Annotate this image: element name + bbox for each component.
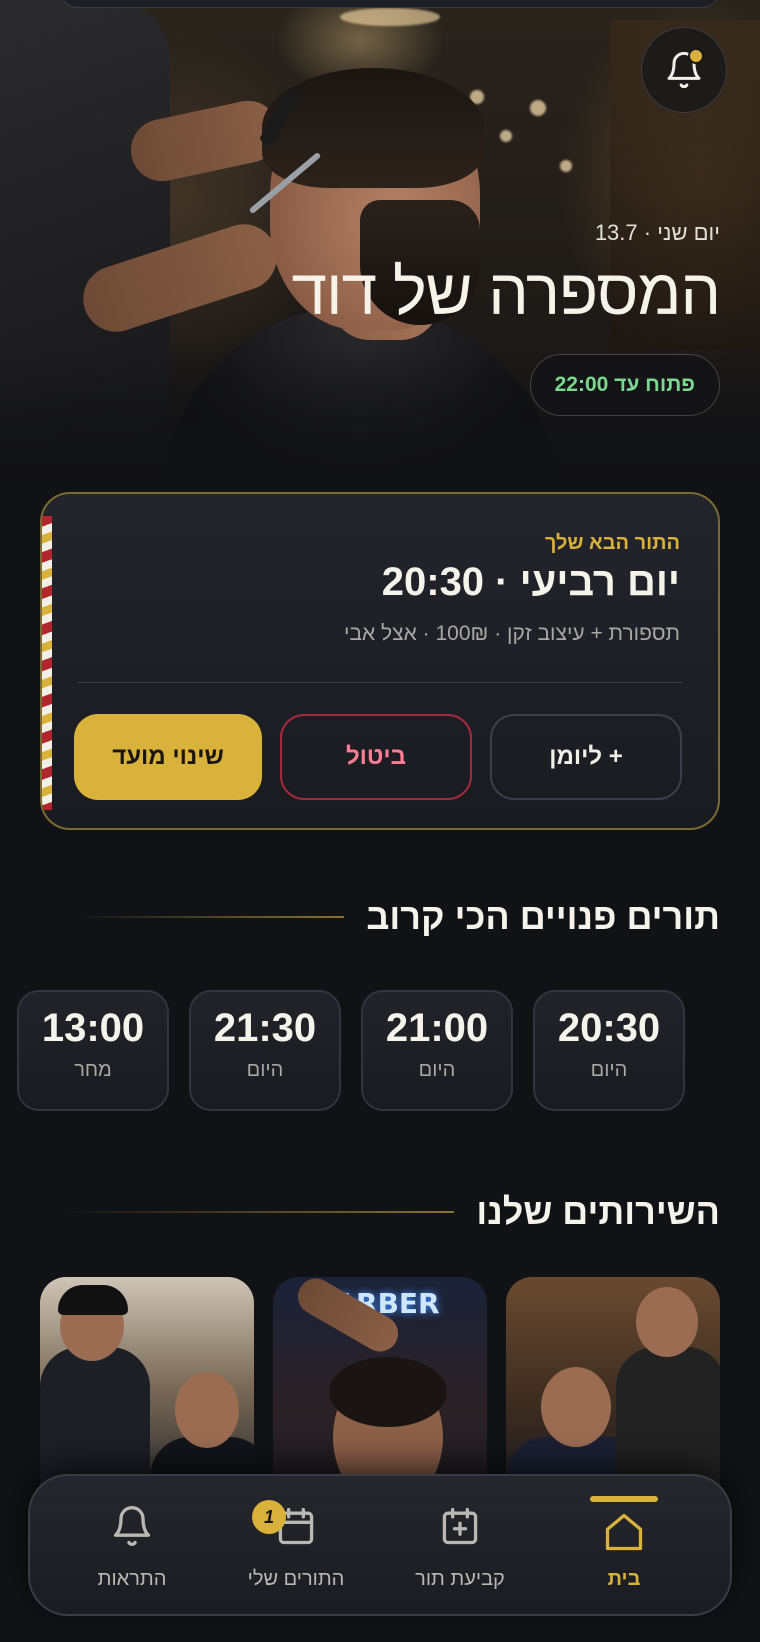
cancel-appointment-button[interactable]: ביטול [280, 714, 472, 800]
nav-label: בית [607, 1568, 641, 1590]
section-divider-line [64, 1211, 455, 1213]
slot-card[interactable]: 13:00 מחר [17, 990, 169, 1111]
services-header: השירותים שלנו [64, 1191, 720, 1233]
nav-item-home[interactable]: בית [544, 1476, 704, 1616]
calendar-plus-icon [442, 1507, 478, 1545]
slot-time: 21:00 [385, 1006, 489, 1050]
reschedule-button[interactable]: שינוי מועד [74, 714, 262, 800]
cap [58, 1285, 128, 1315]
barber-head [636, 1287, 698, 1357]
hero-banner: יום שני · 13.7 המספרה של דוד פתוח עד 22:… [0, 0, 760, 490]
slot-day: מחר [74, 1059, 112, 1081]
notification-dot [688, 48, 704, 64]
slot-card[interactable]: 21:30 היום [189, 990, 341, 1111]
nav-item-notifications[interactable]: התראות [52, 1476, 212, 1616]
bokeh-light [560, 160, 572, 172]
nav-label: התראות [97, 1568, 167, 1590]
slot-day: היום [590, 1059, 628, 1081]
bottom-navigation: בית קביעת תור 1 התורים שלי התראות [28, 1474, 732, 1616]
appointments-count-badge: 1 [252, 1500, 286, 1534]
section-divider-line [76, 916, 345, 918]
next-appointment-label: התור הבא שלך [544, 532, 680, 554]
add-to-calendar-button[interactable]: + ליומן [490, 714, 682, 800]
active-indicator [590, 1496, 658, 1502]
nav-item-book[interactable]: קביעת תור [380, 1476, 540, 1616]
nav-label: קביעת תור [415, 1568, 505, 1590]
next-appointment-time: יום רביעי · 20:30 [381, 560, 680, 604]
client-hair [329, 1357, 447, 1427]
barber-pole-stripe [42, 516, 52, 810]
slot-time: 13:00 [41, 1006, 145, 1050]
next-appointment-details: תספורת + עיצוב זקן · 100₪ · אצל אבי [344, 622, 680, 645]
section-title: השירותים שלנו [476, 1191, 720, 1232]
home-icon [605, 1513, 643, 1551]
next-appointment-card: התור הבא שלך יום רביעי · 20:30 תספורת + … [40, 492, 720, 830]
current-date: יום שני · 13.7 [594, 220, 720, 245]
status-bar-notch [60, 0, 720, 8]
ceiling-lamp [340, 8, 440, 26]
notifications-button[interactable] [641, 27, 727, 113]
shop-title: המספרה של דוד [291, 256, 721, 328]
client-head [541, 1367, 611, 1447]
section-title: תורים פנויים הכי קרוב [366, 896, 720, 937]
nav-item-my-appointments[interactable]: 1 התורים שלי [216, 1476, 376, 1616]
bell-icon [113, 1506, 151, 1546]
slot-card[interactable]: 20:30 היום [533, 990, 685, 1111]
slot-day: היום [246, 1059, 284, 1081]
slot-day: היום [418, 1059, 456, 1081]
divider [78, 682, 682, 683]
bokeh-light [500, 130, 512, 142]
slot-time: 21:30 [213, 1006, 317, 1050]
open-status-badge: פתוח עד 22:00 [529, 354, 720, 416]
slot-card[interactable]: 21:00 היום [361, 990, 513, 1111]
slot-time: 20:30 [557, 1006, 661, 1050]
available-slots-header: תורים פנויים הכי קרוב [76, 896, 720, 938]
bokeh-light [530, 100, 546, 116]
client-head [175, 1372, 239, 1448]
nav-label: התורים שלי [247, 1568, 345, 1590]
